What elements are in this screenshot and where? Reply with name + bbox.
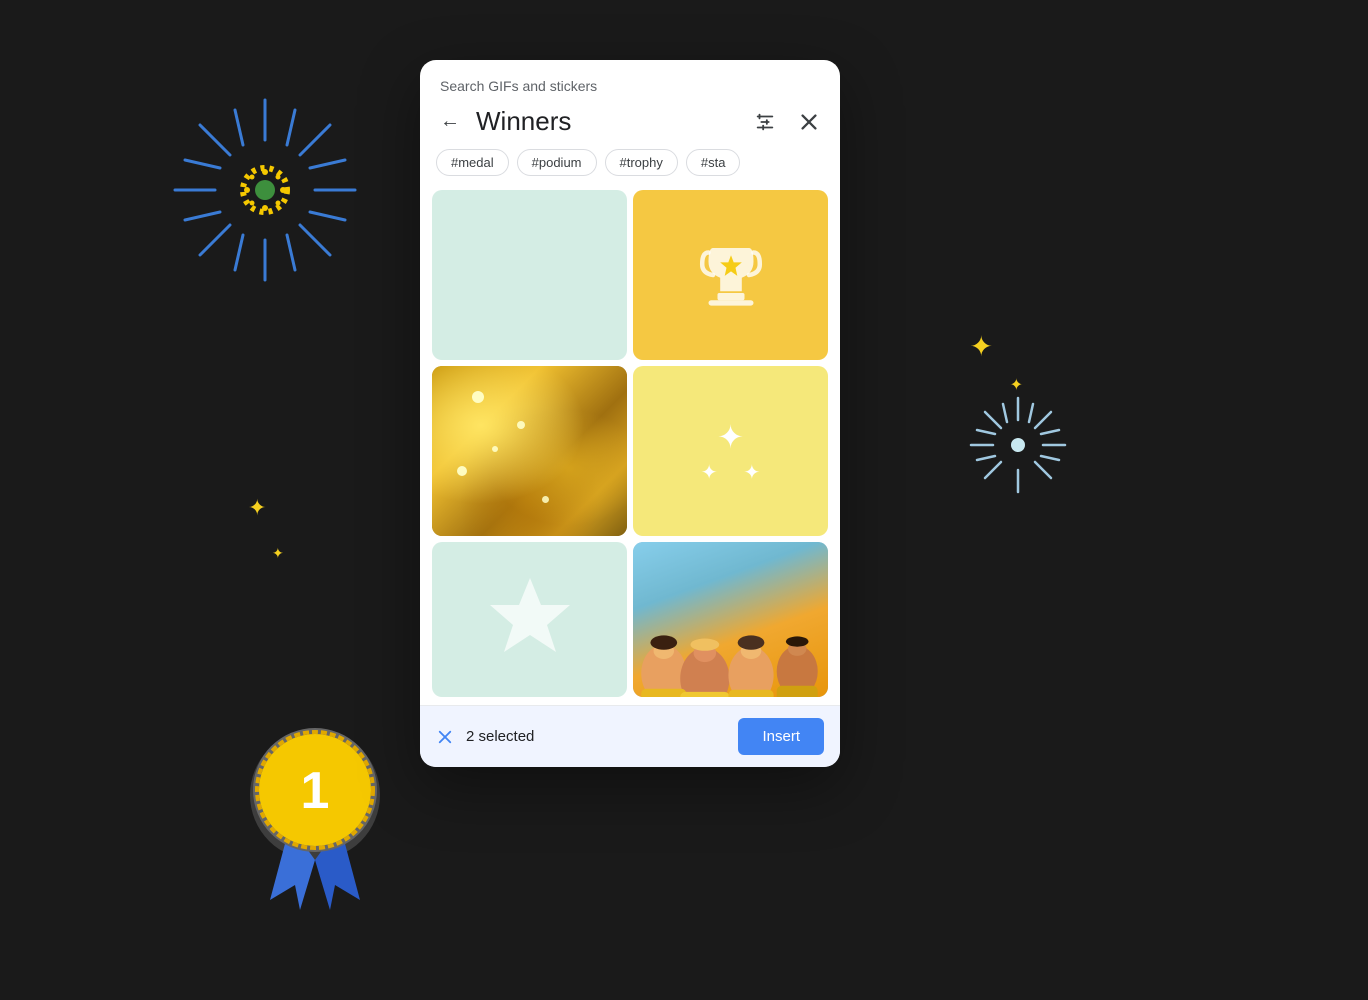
back-button[interactable]: ← (436, 106, 464, 137)
clear-selection-button[interactable] (436, 728, 454, 746)
gif-item-5[interactable] (432, 542, 627, 697)
tag-star[interactable]: #sta (686, 149, 741, 176)
gif-item-3[interactable] (432, 366, 627, 536)
tags-row: #medal #podium #trophy #sta (420, 149, 840, 190)
svg-text:1: 1 (301, 762, 330, 820)
selected-count: 2 selected (466, 728, 726, 745)
dialog-header-label: Search GIFs and stickers (420, 60, 840, 102)
gif-item-4[interactable]: ✦ ✦ ✦ (633, 366, 828, 536)
tag-trophy[interactable]: #trophy (605, 149, 678, 176)
gif-item-6[interactable] (633, 542, 828, 697)
tag-medal[interactable]: #medal (436, 149, 509, 176)
filter-button[interactable] (748, 107, 782, 137)
gif-search-dialog: Search GIFs and stickers ← Winners (420, 60, 840, 767)
gif-grid: ✦ ✦ ✦ (420, 190, 840, 705)
gif-item-1[interactable] (432, 190, 627, 360)
bottom-bar: 2 selected Insert (420, 705, 840, 767)
close-button[interactable] (794, 107, 824, 137)
gif-item-2[interactable] (633, 190, 828, 360)
dialog-title: Winners (476, 106, 736, 137)
tag-podium[interactable]: #podium (517, 149, 597, 176)
dialog-title-row: ← Winners (420, 102, 840, 149)
insert-button[interactable]: Insert (738, 718, 824, 755)
